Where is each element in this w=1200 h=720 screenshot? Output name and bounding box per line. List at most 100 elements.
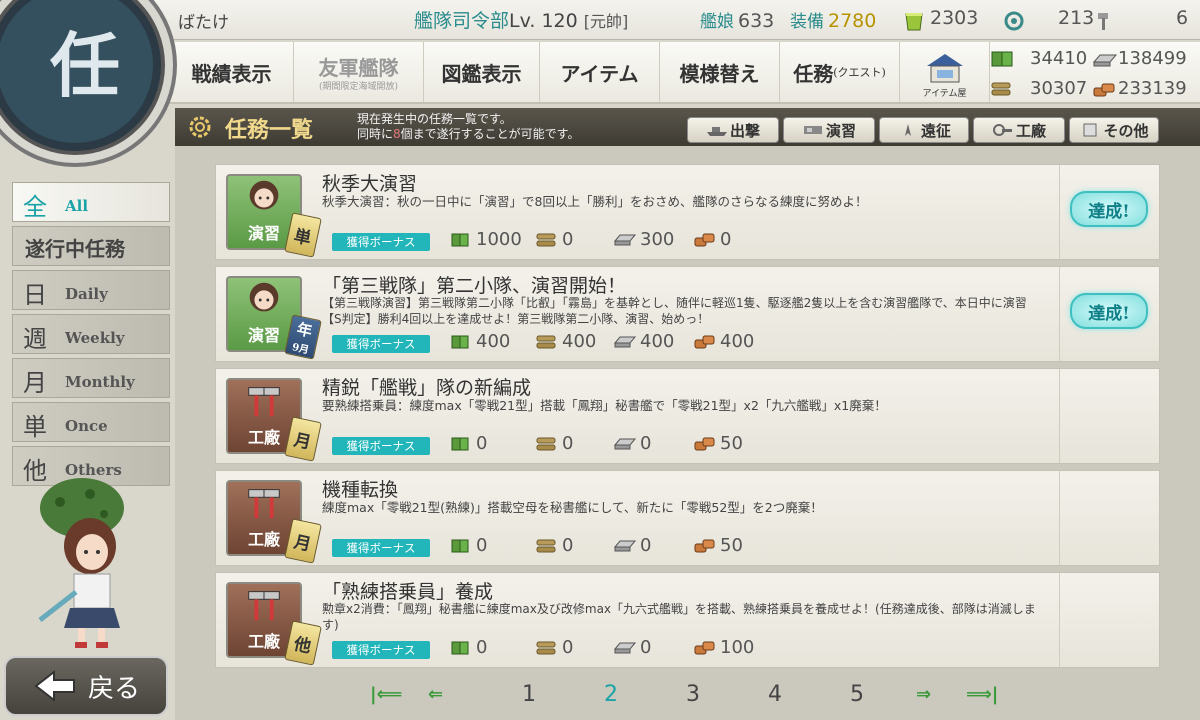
hq-label: 艦隊司令部 — [414, 10, 510, 32]
quest-badge-sub: 9月 — [290, 342, 310, 357]
ship-count: 艦娘 633 — [700, 7, 774, 32]
quest-item[interactable]: 工廠 他 「熟練搭乗員」養成 勲章x2消費：「鳳翔」秘書艦に練度max及び改修m… — [215, 572, 1160, 668]
screw-count: 6 — [1176, 7, 1189, 29]
prev-page-button[interactable]: ⇐ — [428, 684, 443, 705]
filter-expedition[interactable]: 遠征 — [879, 117, 969, 143]
compass-icon — [904, 124, 911, 136]
first-page-button[interactable]: |⟸ — [370, 684, 402, 705]
quest-item[interactable]: 演習 年 9月 「第三戦隊」第二小隊、演習開始！ 【第三戦隊演習】第三戦隊第二小隊… — [215, 266, 1160, 362]
quest-item[interactable]: 工廠 月 精鋭「艦戦」隊の新編成 要熟練搭乗員：練度max「零戦21型」搭載「鳳… — [215, 368, 1160, 464]
mascot-fairy — [38, 478, 124, 648]
reward-fuel-value: 400 — [476, 331, 511, 352]
bonus-label: 獲得ボーナス — [332, 233, 430, 251]
filter-factory-label: 工廠 — [1015, 121, 1046, 140]
quest-category: 工廠 — [247, 632, 280, 651]
reward-fuel: 0 — [450, 433, 487, 454]
ammo-icon — [536, 539, 556, 552]
tab-daily[interactable]: 日 Daily — [12, 270, 170, 310]
ship-count-value: 633 — [738, 10, 775, 32]
tab-all[interactable]: 全 All — [12, 182, 170, 222]
gear-icon — [189, 116, 211, 138]
bauxite-icon — [694, 233, 715, 246]
quest-badge-label: 他 — [292, 633, 313, 657]
next-page-button[interactable]: ⇒ — [916, 684, 931, 705]
desc-line-2b: 個まで遂行することが可能です。 — [400, 127, 580, 141]
nav-decor[interactable]: 模様替え — [660, 42, 780, 102]
page-3[interactable]: 3 — [686, 682, 700, 707]
quest-title: 「熟練搭乗員」養成 — [322, 581, 494, 603]
filter-factory[interactable]: 工廠 — [973, 117, 1065, 143]
tab-in-progress-label: 遂行中任務 — [25, 237, 125, 261]
last-page-button[interactable]: ⟹| — [966, 684, 998, 705]
filter-sortie[interactable]: 出撃 — [687, 117, 779, 143]
tab-daily-label: Daily — [65, 285, 108, 303]
quest-title: 秋季大演習 — [322, 173, 418, 195]
page-5[interactable]: 5 — [850, 682, 864, 707]
reward-bauxite: 50 — [694, 433, 743, 454]
hq-level-value: Lv. 120 — [509, 10, 578, 32]
reward-ammo: 0 — [536, 229, 573, 250]
quest-category: 演習 — [247, 224, 280, 243]
tab-daily-kanji: 日 — [23, 281, 47, 309]
nav-friend-fleet-label: 友軍艦隊 — [318, 56, 399, 80]
tab-once[interactable]: 単 Once — [12, 402, 170, 442]
quest-status — [1059, 369, 1159, 463]
steel-icon — [1092, 54, 1118, 67]
quest-item[interactable]: 工廠 月 機種転換 練度max「零戦21型(熟練)」搭載空母を秘書艦にして、新た… — [215, 470, 1160, 566]
svg-text:任: 任 — [50, 24, 120, 107]
nav-friend-fleet-sub: (期間限定海域開放) — [318, 82, 399, 92]
nav-quest[interactable]: 任務 (クエスト) — [780, 42, 900, 102]
achieved-badge[interactable]: 達成! — [1070, 293, 1148, 329]
reward-bauxite-value: 50 — [720, 535, 743, 556]
achieved-badge[interactable]: 達成! — [1070, 191, 1148, 227]
filter-exercise[interactable]: 演習 — [783, 117, 875, 143]
nav-friend-fleet[interactable]: 友軍艦隊 (期間限定海域開放) — [294, 42, 424, 102]
nav-library[interactable]: 図鑑表示 — [424, 42, 540, 102]
max-concurrent: 8 — [393, 127, 401, 141]
pagination: |⟸ ⇐ 1 2 3 4 5 ⇒ ⟹| — [360, 676, 1020, 716]
back-button[interactable]: 戻る — [4, 656, 168, 716]
quest-item[interactable]: 演習 単 秋季大演習 秋季大演習：秋の一日中に「演習」で8回以上「勝利」をおさめ… — [215, 164, 1160, 260]
reward-bauxite: 50 — [694, 535, 743, 556]
steel-icon — [614, 438, 636, 449]
bonus-label: 獲得ボーナス — [332, 335, 430, 353]
tab-weekly[interactable]: 週 Weekly — [12, 314, 170, 354]
equip-count-value: 2780 — [828, 10, 877, 32]
reward-steel: 0 — [614, 535, 651, 556]
hq-level: 艦隊司令部Lv. 120 [元帥] — [414, 6, 628, 33]
tab-monthly[interactable]: 月 Monthly — [12, 358, 170, 398]
tab-in-progress[interactable]: 遂行中任務 — [12, 226, 170, 266]
reward-steel: 0 — [614, 433, 651, 454]
desc-line-2: 同時に8個まで遂行することが可能です。 — [357, 127, 579, 142]
reward-ammo-value: 0 — [562, 535, 574, 556]
reward-steel-value: 0 — [640, 535, 652, 556]
reward-ammo-value: 0 — [562, 229, 574, 250]
back-button-label: 戻る — [87, 673, 140, 704]
quest-description: 現在発生中の任務一覧です。 同時に8個まで遂行することが可能です。 — [357, 112, 579, 142]
quest-header: 任務一覧 現在発生中の任務一覧です。 同時に8個まで遂行することが可能です。 出… — [175, 108, 1200, 146]
screw-icon — [1098, 13, 1108, 30]
reward-steel-value: 300 — [640, 229, 675, 250]
item-shop-button[interactable]: アイテム屋 — [900, 42, 990, 102]
bauxite-icon — [694, 437, 715, 450]
bauxite-icon — [694, 335, 715, 348]
nav-record[interactable]: 戦績表示 — [170, 42, 294, 102]
page-2[interactable]: 2 — [604, 682, 618, 707]
fairy-icon — [249, 180, 279, 210]
steel-value: 138499 — [1118, 48, 1187, 69]
bauxite-icon — [1093, 83, 1115, 97]
equip-count-label: 装備 — [790, 12, 824, 32]
tab-all-label: All — [65, 197, 89, 215]
item-shop-label: アイテム屋 — [922, 89, 967, 99]
page-4[interactable]: 4 — [768, 682, 782, 707]
equip-count: 装備 2780 — [790, 7, 876, 32]
reward-ammo: 0 — [536, 433, 573, 454]
nav-item[interactable]: アイテム — [540, 42, 660, 102]
filter-other[interactable]: その他 — [1069, 117, 1159, 143]
back-arrow-icon — [34, 669, 75, 703]
reward-bauxite-value: 400 — [720, 331, 755, 352]
quest-badge-label: 月 — [292, 531, 313, 555]
shop-icon — [926, 54, 963, 83]
page-1[interactable]: 1 — [522, 682, 536, 707]
quest-status — [1059, 573, 1159, 667]
